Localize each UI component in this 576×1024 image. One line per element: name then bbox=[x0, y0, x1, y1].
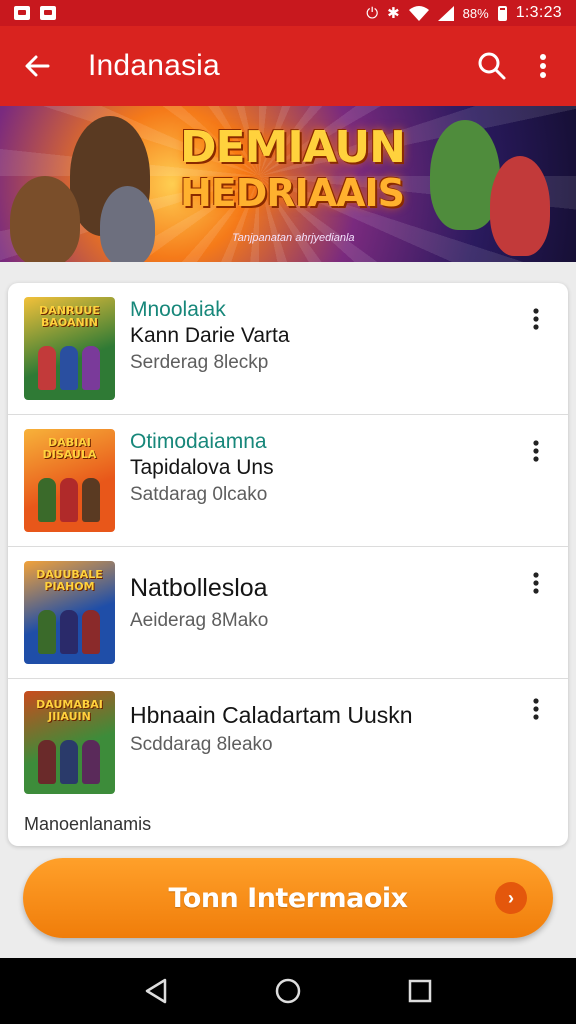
more-vert-icon bbox=[533, 698, 539, 720]
item-menu-button[interactable] bbox=[518, 301, 554, 337]
notification-icon bbox=[14, 6, 30, 20]
banner-subtitle: Tanjpanatan ahrjyedianla bbox=[232, 232, 355, 244]
clock: 1:3:23 bbox=[515, 4, 562, 21]
bear-character bbox=[10, 176, 80, 262]
overflow-menu-button[interactable] bbox=[520, 26, 566, 106]
wifi-icon bbox=[408, 5, 429, 21]
status-bar: ⏻ ✱ 88% 1:3:23 bbox=[0, 0, 576, 26]
battery-icon bbox=[497, 5, 507, 21]
chevron-right-icon: › bbox=[495, 882, 527, 914]
app-bar: Indanasia bbox=[0, 26, 576, 106]
list-item[interactable]: DAUMABAI JIIAUIN Hbnaain Caladartam Uusk… bbox=[8, 679, 568, 811]
battery-percent: 88% bbox=[462, 5, 489, 21]
game-title: Hbnaain Caladartam Uuskn bbox=[130, 702, 413, 728]
game-subtitle: Aeiderag 8Mako bbox=[130, 610, 269, 631]
game-category: Mnoolaiak bbox=[130, 298, 226, 321]
notification-icon bbox=[40, 6, 56, 20]
install-button-label: Tonn Intermaoix bbox=[168, 882, 408, 914]
search-button[interactable] bbox=[464, 26, 520, 106]
item-menu-button[interactable] bbox=[518, 691, 554, 727]
nav-recents-icon bbox=[408, 979, 432, 1003]
item-menu-button[interactable] bbox=[518, 565, 554, 601]
promo-banner[interactable]: DEMIAUN HEDRIAAIS Tanjpanatan ahrjyedian… bbox=[0, 106, 576, 262]
more-vert-icon bbox=[533, 572, 539, 594]
nav-home-icon bbox=[275, 978, 301, 1004]
game-list: DANRUUE BAOANIN Mnoolaiak Kann Darie Var… bbox=[8, 283, 568, 846]
search-icon bbox=[478, 52, 506, 80]
game-title: Tapidalova Uns bbox=[130, 456, 274, 479]
install-button[interactable]: Tonn Intermaoix › bbox=[23, 858, 553, 938]
wolf-character bbox=[100, 186, 155, 262]
game-subtitle: Satdarag 0lcako bbox=[130, 484, 268, 505]
game-thumbnail: DAUMABAI JIIAUIN bbox=[24, 691, 115, 794]
game-subtitle: Scddarag 8leako bbox=[130, 734, 273, 755]
list-item[interactable]: DAUUBALE PIAHOM Natbollesloa Aeiderag 8M… bbox=[8, 547, 568, 679]
game-thumbnail: DABIAI DISAULA bbox=[24, 429, 115, 532]
nav-back-icon bbox=[145, 978, 167, 1004]
system-nav-bar bbox=[0, 958, 576, 1024]
back-arrow-icon bbox=[25, 55, 50, 77]
hero-character bbox=[490, 156, 550, 256]
game-category: Otimodaiamna bbox=[130, 430, 267, 453]
nav-recents-button[interactable] bbox=[390, 961, 450, 1021]
signal-icon bbox=[437, 5, 454, 21]
alarm-icon: ⏻ bbox=[366, 4, 379, 22]
game-title: Kann Darie Varta bbox=[130, 324, 290, 347]
game-thumbnail: DANRUUE BAOANIN bbox=[24, 297, 115, 400]
more-vert-icon bbox=[533, 308, 539, 330]
more-vert-icon bbox=[540, 54, 546, 78]
section-label: Manoenlanamis bbox=[24, 814, 152, 834]
nav-home-button[interactable] bbox=[258, 961, 318, 1021]
item-menu-button[interactable] bbox=[518, 433, 554, 469]
back-button[interactable] bbox=[0, 26, 74, 106]
list-item[interactable]: DANRUUE BAOANIN Mnoolaiak Kann Darie Var… bbox=[8, 283, 568, 415]
page-title: Indanasia bbox=[88, 49, 220, 82]
more-vert-icon bbox=[533, 440, 539, 462]
game-title: Natbollesloa bbox=[130, 574, 268, 602]
game-subtitle: Serderag 8leckp bbox=[130, 352, 269, 373]
banner-title: DEMIAUN HEDRIAAIS bbox=[180, 122, 406, 215]
game-thumbnail: DAUUBALE PIAHOM bbox=[24, 561, 115, 664]
nav-back-button[interactable] bbox=[126, 961, 186, 1021]
list-item[interactable]: DABIAI DISAULA Otimodaiamna Tapidalova U… bbox=[8, 415, 568, 547]
bluetooth-icon: ✱ bbox=[387, 4, 400, 22]
